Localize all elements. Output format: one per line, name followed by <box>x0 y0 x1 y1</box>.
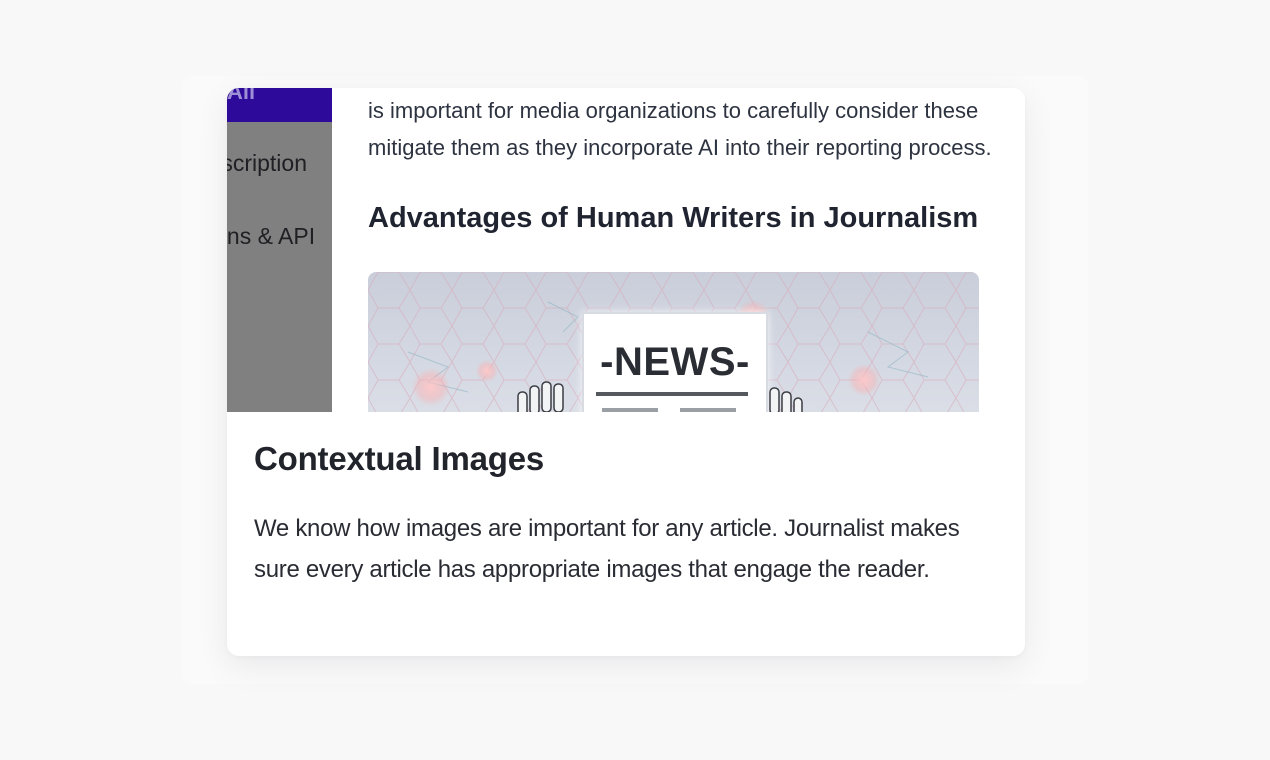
robot-hands-icon <box>517 381 803 412</box>
sidebar-item-description[interactable]: Description <box>227 150 307 180</box>
screenshot-preview: All Description Integrations & API is im… <box>227 88 1025 412</box>
feature-description: We know how images are important for any… <box>254 515 960 583</box>
article-text-line: is important for media organizations to … <box>368 98 979 123</box>
article-heading: Advantages of Human Writers in Journalis… <box>368 202 979 234</box>
sidebar-item-active[interactable]: All <box>227 88 332 122</box>
feature-title: Contextual Images <box>254 440 545 477</box>
sidebar-item-label: Description <box>227 150 307 176</box>
feature-content: Contextual Images We know how images are… <box>254 440 1004 590</box>
article-preview: is important for media organizations to … <box>368 88 1025 412</box>
sidebar: All Description Integrations & API <box>227 88 332 412</box>
sidebar-item-label: All <box>227 88 256 104</box>
sidebar-item-integrations[interactable]: Integrations & API <box>227 223 332 253</box>
article-text-line: mitigate them as they incorporate AI int… <box>368 135 992 160</box>
feature-card: All Description Integrations & API is im… <box>227 88 1025 656</box>
sidebar-item-label: Integrations & API <box>227 223 316 249</box>
news-hero-image: -NEWS- <box>368 272 979 412</box>
